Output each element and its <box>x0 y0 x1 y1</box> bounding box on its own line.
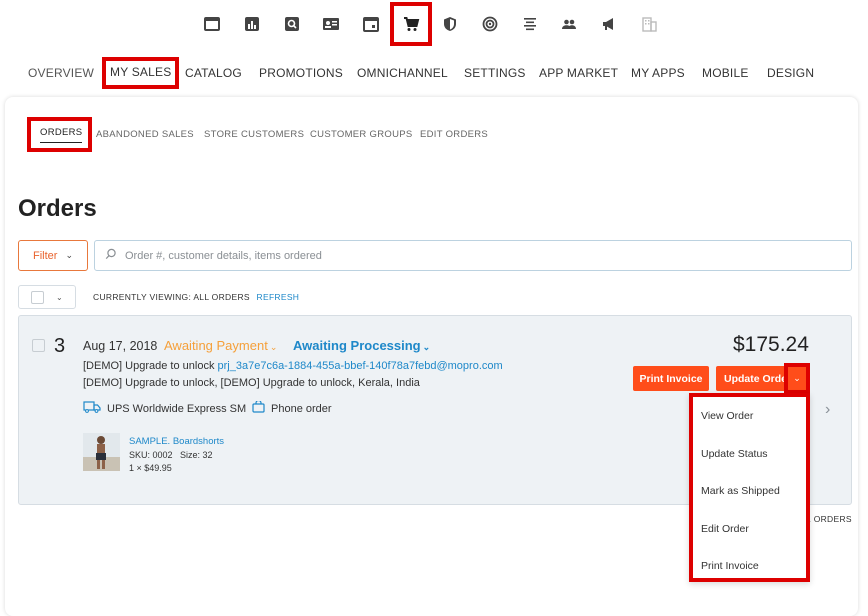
page-title: Orders <box>18 195 97 222</box>
customer-address: [DEMO] Upgrade to unlock, [DEMO] Upgrade… <box>83 377 420 389</box>
order-total: $175.24 <box>733 333 809 356</box>
search-icon <box>105 247 117 265</box>
product-quantity: 1 × $49.95 <box>129 463 172 473</box>
order-source-label: Phone order <box>271 402 332 415</box>
print-invoice-button[interactable]: Print Invoice <box>633 366 709 391</box>
main-nav: OVERVIEW MY SALES CATALOG PROMOTIONS OMN… <box>0 57 868 89</box>
target-icon[interactable] <box>477 10 503 38</box>
update-order-dropdown-toggle[interactable]: ⌄ <box>784 363 810 394</box>
nav-settings[interactable]: SETTINGS <box>464 66 526 80</box>
menu-item-mark-as-shipped[interactable]: Mark as Shipped <box>701 485 780 497</box>
chevron-right-icon[interactable]: › <box>825 401 830 419</box>
payment-status-label: Awaiting Payment <box>164 338 268 353</box>
nav-catalog[interactable]: CATALOG <box>185 66 242 80</box>
search-placeholder: Order #, customer details, items ordered <box>125 249 322 262</box>
menu-item-update-status[interactable]: Update Status <box>701 448 768 460</box>
customer-line: [DEMO] Upgrade to unlock prj_3a7e7c6a-18… <box>83 360 503 372</box>
search-input[interactable]: Order #, customer details, items ordered <box>94 240 852 271</box>
people-icon[interactable] <box>556 10 582 38</box>
tab-orders-label: ORDERS <box>40 127 83 138</box>
bar-chart-icon[interactable] <box>239 10 265 38</box>
shield-icon[interactable] <box>437 10 463 38</box>
shopping-cart-icon[interactable] <box>390 2 432 46</box>
truck-icon <box>83 401 101 416</box>
order-number: 3 <box>54 335 66 357</box>
product-sku: SKU: 0002 Size: 32 <box>129 450 213 460</box>
nav-app-market[interactable]: APP MARKET <box>539 66 618 80</box>
building-icon[interactable] <box>636 10 662 38</box>
chevron-down-icon: ⌄ <box>793 373 801 383</box>
filter-button[interactable]: Filter ⌄ <box>18 240 88 271</box>
nav-promotions[interactable]: PROMOTIONS <box>259 66 343 80</box>
order-checkbox[interactable] <box>32 339 45 352</box>
update-order-button[interactable]: Update Order <box>716 366 786 391</box>
update-order-menu: View Order Update Status Mark as Shipped… <box>689 393 810 582</box>
viewing-text: CURRENTLY VIEWING: ALL ORDERS <box>93 292 250 302</box>
fulfillment-status-dropdown[interactable]: Awaiting Processing ⌄ <box>293 338 430 353</box>
app-root: OVERVIEW MY SALES CATALOG PROMOTIONS OMN… <box>0 0 868 616</box>
refresh-link[interactable]: REFRESH <box>257 292 300 302</box>
megaphone-icon[interactable] <box>596 10 622 38</box>
shipping-method-label: UPS Worldwide Express SM <box>107 402 247 415</box>
customer-email-link[interactable]: prj_3a7e7c6a-1884-455a-bbef-140f78a7febd… <box>218 360 503 372</box>
search-box-icon[interactable] <box>279 10 305 38</box>
shopping-bag-icon <box>252 399 265 416</box>
nav-mobile[interactable]: MOBILE <box>702 66 749 80</box>
chevron-down-icon: ⌄ <box>269 342 278 352</box>
contact-card-icon[interactable] <box>318 10 344 38</box>
menu-item-print-invoice[interactable]: Print Invoice <box>701 560 759 572</box>
nav-my-sales[interactable]: MY SALES <box>102 57 180 89</box>
window-icon[interactable] <box>199 10 225 38</box>
tab-orders[interactable]: ORDERS <box>27 117 93 152</box>
filter-label: Filter <box>33 249 58 262</box>
tab-customer-groups[interactable]: CUSTOMER GROUPS <box>310 129 413 140</box>
bulk-select[interactable]: ⌄ <box>18 285 76 309</box>
nav-my-apps[interactable]: MY APPS <box>631 66 685 80</box>
orders-count: 1 ORDERS <box>806 514 852 524</box>
product-name-link[interactable]: SAMPLE. Boardshorts <box>129 436 224 447</box>
tab-store-customers[interactable]: STORE CUSTOMERS <box>204 129 304 140</box>
chevron-down-icon: ⌄ <box>422 342 431 352</box>
shipping-method: UPS Worldwide Express SM <box>83 401 246 416</box>
chevron-down-icon: ⌄ <box>65 250 73 260</box>
nav-overview[interactable]: OVERVIEW <box>28 66 94 80</box>
order-source: Phone order <box>252 399 332 416</box>
select-all-checkbox[interactable] <box>31 290 44 304</box>
top-icon-bar <box>0 2 868 46</box>
tab-abandoned-sales[interactable]: ABANDONED SALES <box>96 129 194 140</box>
nav-design[interactable]: DESIGN <box>767 66 814 80</box>
chevron-down-icon[interactable]: ⌄ <box>56 293 63 302</box>
menu-item-view-order[interactable]: View Order <box>701 410 753 422</box>
nav-omnichannel[interactable]: OMNICHANNEL <box>357 66 448 80</box>
tab-edit-orders[interactable]: EDIT ORDERS <box>420 129 488 140</box>
menu-item-edit-order[interactable]: Edit Order <box>701 523 749 535</box>
customer-name: [DEMO] Upgrade to unlock <box>83 360 215 372</box>
payment-status-dropdown[interactable]: Awaiting Payment ⌄ <box>164 338 277 353</box>
align-center-icon[interactable] <box>517 10 543 38</box>
viewing-status: CURRENTLY VIEWING: ALL ORDERS REFRESH <box>93 292 299 302</box>
calendar-icon[interactable] <box>358 10 384 38</box>
order-date: Aug 17, 2018 <box>83 339 158 353</box>
fulfillment-status-label: Awaiting Processing <box>293 338 421 353</box>
product-thumbnail <box>83 433 120 471</box>
